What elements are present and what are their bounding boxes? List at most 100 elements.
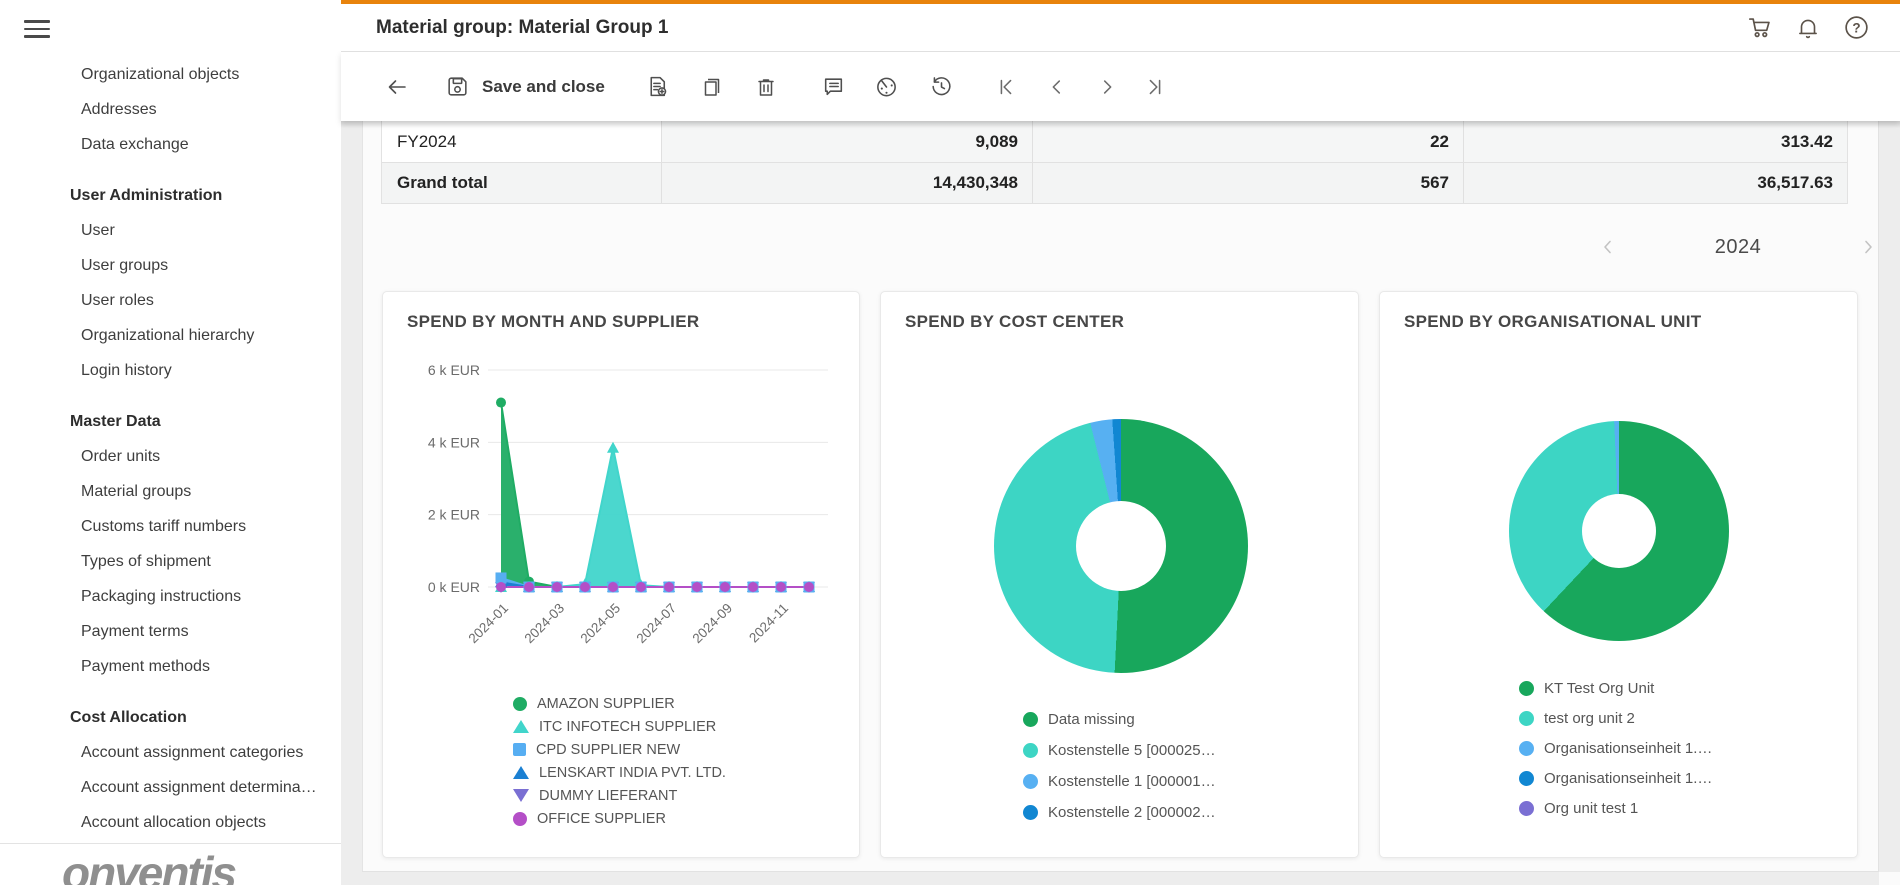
legend-label: DUMMY LIEFERANT xyxy=(539,788,677,804)
sidebar-group: User AdministrationUserUser groupsUser r… xyxy=(0,178,339,388)
legend-item: Kostenstelle 5 [000025… xyxy=(1023,735,1216,766)
legend-label: Kostenstelle 2 [000002… xyxy=(1048,804,1216,821)
org-unit-donut-chart xyxy=(1509,421,1729,641)
legend-marker-icon xyxy=(1519,711,1534,726)
header-icons: ? xyxy=(1746,4,1870,51)
table-row: Grand total14,430,34856736,517.63 xyxy=(382,163,1847,204)
sidebar-item-material-groups[interactable]: Material groups xyxy=(0,474,339,509)
legend-label: Data missing xyxy=(1048,711,1135,728)
sidebar-item-user-roles[interactable]: User roles xyxy=(0,283,339,318)
legend-item: OFFICE SUPPLIER xyxy=(513,807,726,830)
legend-item: Org unit test 1 xyxy=(1519,793,1712,823)
donut-hole xyxy=(1582,494,1656,568)
sidebar-item-customs-tariff-numbers[interactable]: Customs tariff numbers xyxy=(0,509,339,544)
series-line xyxy=(501,403,809,587)
legend-marker-icon xyxy=(513,720,529,733)
legend-marker-icon xyxy=(1023,743,1038,758)
next-page-icon[interactable] xyxy=(1090,70,1124,104)
legend-marker-icon xyxy=(1023,774,1038,789)
panel-splitter xyxy=(341,121,363,885)
legend-marker-icon xyxy=(1519,681,1534,696)
hamburger-menu-icon[interactable] xyxy=(24,20,50,39)
new-document-icon[interactable] xyxy=(641,70,675,104)
donut-hole xyxy=(1076,501,1166,591)
history-icon[interactable] xyxy=(925,70,959,104)
save-icon[interactable] xyxy=(440,70,474,104)
sidebar-item-addresses[interactable]: Addresses xyxy=(0,92,339,127)
page-title: Material group: Material Group 1 xyxy=(376,4,668,51)
comment-icon[interactable] xyxy=(817,70,851,104)
row-label-cell: Grand total xyxy=(382,163,662,203)
sidebar-item-user[interactable]: User xyxy=(0,213,339,248)
help-icon[interactable]: ? xyxy=(1842,14,1870,42)
sidebar-item-organizational-objects[interactable]: Organizational objects xyxy=(0,57,339,92)
data-point-marker xyxy=(776,582,786,592)
x-axis-tick-label: 2024-03 xyxy=(521,601,567,647)
data-point-marker xyxy=(524,582,534,592)
svg-text:?: ? xyxy=(1852,20,1860,35)
sidebar-footer: onventis xyxy=(0,844,341,885)
legend-label: Org unit test 1 xyxy=(1544,800,1638,817)
sidebar-item-login-history[interactable]: Login history xyxy=(0,353,339,388)
previous-page-icon[interactable] xyxy=(1040,70,1074,104)
sidebar-item-user-groups[interactable]: User groups xyxy=(0,248,339,283)
gauge-icon[interactable] xyxy=(870,70,904,104)
legend-marker-icon xyxy=(1519,771,1534,786)
legend-marker-icon xyxy=(513,789,529,802)
sidebar-item-packaging-instructions[interactable]: Packaging instructions xyxy=(0,579,339,614)
x-axis-tick-label: 2024-05 xyxy=(577,601,623,647)
y-axis-tick-label: 6 k EUR xyxy=(428,362,480,378)
data-point-marker xyxy=(664,582,674,592)
value-cell: 9,089 xyxy=(662,121,1033,162)
legend-marker-icon xyxy=(1023,805,1038,820)
sidebar-item-account-assignment-determina[interactable]: Account assignment determina… xyxy=(0,770,339,805)
next-year-icon[interactable] xyxy=(1853,232,1883,262)
sidebar-item-types-of-shipment[interactable]: Types of shipment xyxy=(0,544,339,579)
sidebar-item-order-units[interactable]: Order units xyxy=(0,439,339,474)
chart-legend: AMAZON SUPPLIERITC INFOTECH SUPPLIERCPD … xyxy=(513,692,726,830)
data-point-marker xyxy=(608,582,618,592)
sidebar-item-payment-terms[interactable]: Payment terms xyxy=(0,614,339,649)
x-axis-tick-label: 2024-01 xyxy=(465,601,511,647)
sidebar-item-payment-methods[interactable]: Payment methods xyxy=(0,649,339,684)
sidebar-item-account-allocation-objects[interactable]: Account allocation objects xyxy=(0,805,339,840)
chart-title: SPEND BY MONTH AND SUPPLIER xyxy=(407,312,699,332)
legend-label: KT Test Org Unit xyxy=(1544,680,1654,697)
app-header: Material group: Material Group 1 ? xyxy=(341,4,1900,52)
row-label-cell: FY2024 xyxy=(382,121,662,162)
spend-by-cost-center-card: SPEND BY COST CENTER Data missingKostens… xyxy=(880,291,1359,858)
sidebar-item-data-exchange[interactable]: Data exchange xyxy=(0,127,339,162)
series-area xyxy=(501,448,809,587)
x-axis-tick-label: 2024-07 xyxy=(633,601,679,647)
delete-icon[interactable] xyxy=(749,70,783,104)
legend-marker-icon xyxy=(1519,741,1534,756)
chart-title: SPEND BY ORGANISATIONAL UNIT xyxy=(1404,312,1701,332)
legend-item: test org unit 2 xyxy=(1519,703,1712,733)
y-axis-tick-label: 0 k EUR xyxy=(428,579,480,595)
legend-item: Kostenstelle 2 [000002… xyxy=(1023,797,1216,828)
legend-label: Organisationseinheit 1.… xyxy=(1544,770,1712,787)
data-point-marker xyxy=(804,582,814,592)
toolbar: Save and close xyxy=(341,52,1900,121)
legend-item: Organisationseinheit 1.… xyxy=(1519,763,1712,793)
table-row: FY20249,08922313.42 xyxy=(382,121,1847,163)
sidebar-section-header: User Administration xyxy=(0,178,339,213)
bell-icon[interactable] xyxy=(1794,14,1822,42)
chart-legend: KT Test Org Unit test org unit 2 Organisat… xyxy=(1519,673,1712,823)
last-page-icon[interactable] xyxy=(1138,70,1172,104)
sidebar-group: Organizational objectsAddressesData exch… xyxy=(0,57,339,162)
sidebar-section-header: Master Data xyxy=(0,404,339,439)
value-cell: 313.42 xyxy=(1464,121,1847,162)
cart-icon[interactable] xyxy=(1746,14,1774,42)
first-page-icon[interactable] xyxy=(989,70,1023,104)
horizontal-scrollbar[interactable] xyxy=(362,871,1879,885)
cost-center-donut-chart xyxy=(994,419,1248,673)
main-area: Material group: Material Group 1 ? xyxy=(341,0,1900,885)
legend-label: Kostenstelle 1 [000001… xyxy=(1048,773,1216,790)
sidebar-item-account-assignment-categories[interactable]: Account assignment categories xyxy=(0,735,339,770)
back-arrow-icon[interactable] xyxy=(380,70,414,104)
copy-icon[interactable] xyxy=(695,70,729,104)
sidebar-item-organizational-hierarchy[interactable]: Organizational hierarchy xyxy=(0,318,339,353)
previous-year-icon[interactable] xyxy=(1593,232,1623,262)
save-and-close-button[interactable]: Save and close xyxy=(482,77,605,97)
